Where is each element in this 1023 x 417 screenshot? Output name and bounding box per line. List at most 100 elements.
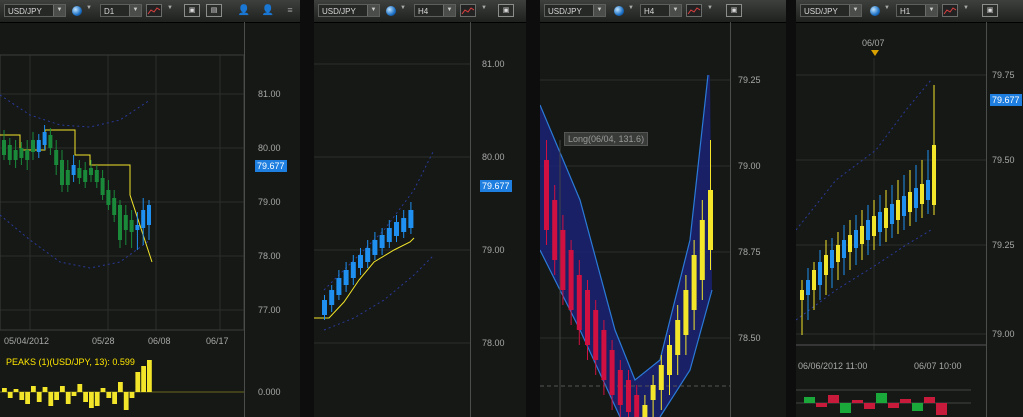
candles-h1 (800, 85, 936, 335)
candle (617, 370, 623, 405)
candle (112, 198, 117, 215)
trade-tooltip: Long(06/04, 131.6) (564, 132, 649, 146)
chart-panel-h4-b: USD/JPY ▼ ▼ H4 ▼ ▼ ▣ Long(06/04, 131.6) … (540, 0, 786, 417)
candle (25, 150, 30, 160)
candle (890, 204, 894, 224)
candle (806, 280, 810, 295)
histogram-bar (129, 392, 135, 398)
price-label: 80.00 (482, 152, 505, 162)
candle (675, 320, 681, 355)
price-label: 80.00 (258, 143, 281, 153)
candle (667, 345, 672, 375)
histogram-bar (118, 382, 123, 392)
histogram-bar (83, 392, 88, 402)
current-price-badge: 79.677 (990, 94, 1022, 106)
histogram-bar (48, 392, 54, 406)
candle (642, 405, 648, 417)
histogram-bar (25, 392, 30, 404)
histogram-bar (71, 392, 77, 396)
candle (100, 178, 105, 195)
indicator-value: 0.000 (258, 387, 281, 397)
candle (560, 230, 566, 290)
candles-h4-a (322, 202, 414, 320)
candle (854, 230, 858, 248)
candle (60, 160, 64, 185)
candle (585, 290, 590, 345)
candle (866, 220, 870, 240)
candle (135, 225, 140, 230)
histogram-bar (147, 360, 152, 392)
histogram-bar (876, 393, 887, 403)
histogram-bar (123, 392, 129, 410)
price-label: 79.50 (992, 155, 1015, 165)
date-label: 06/07 10:00 (914, 361, 962, 371)
date-label: 06/17 (206, 336, 229, 346)
histogram-bar (100, 388, 106, 392)
candle (691, 255, 697, 310)
candle (902, 196, 906, 216)
candle (106, 190, 111, 205)
histogram-bar (864, 403, 875, 409)
candle (634, 395, 640, 417)
histogram-bar (888, 403, 899, 408)
candle (2, 140, 6, 155)
candle (830, 250, 834, 268)
candle (141, 210, 146, 228)
candle (818, 262, 822, 285)
candle (896, 200, 900, 220)
candle (94, 170, 99, 182)
candle (31, 140, 35, 152)
histogram-bar (60, 386, 65, 392)
candle (824, 255, 828, 275)
price-label: 78.50 (738, 333, 761, 343)
candle (89, 168, 93, 175)
candle (372, 240, 378, 255)
price-label: 77.00 (258, 305, 281, 315)
chart-panel-d1: USD/JPY ▼ ▼ D1 ▼ ▼ ▣ ▤ 👤 👤 ≡ 81.00 80.00… (0, 0, 300, 417)
price-label: 79.25 (992, 240, 1015, 250)
candle (408, 210, 414, 228)
candle (350, 262, 356, 278)
candle (708, 190, 713, 250)
candle (365, 248, 371, 262)
candle (576, 275, 582, 330)
date-label: 06/08 (148, 336, 171, 346)
candle (812, 270, 816, 290)
candle (343, 270, 349, 285)
candle (358, 255, 363, 268)
price-label: 78.00 (482, 338, 505, 348)
price-label: 79.75 (992, 70, 1015, 80)
price-label: 78.00 (258, 251, 281, 261)
candle (19, 148, 24, 158)
histogram-bar (13, 389, 19, 392)
candle (568, 250, 574, 310)
histogram-bar (54, 392, 59, 400)
histogram-bar (924, 397, 935, 403)
candle (593, 310, 599, 360)
candle (329, 290, 335, 305)
candle (118, 205, 122, 240)
histogram-bar (7, 392, 13, 398)
candle (914, 188, 918, 208)
candle (836, 245, 840, 262)
histogram-bar (141, 366, 146, 392)
price-label: 79.00 (738, 161, 761, 171)
candle (336, 278, 342, 295)
candle (129, 220, 134, 232)
histogram-bar (42, 387, 48, 392)
histogram-bar (2, 388, 7, 392)
candle (379, 235, 385, 248)
histogram-bar (900, 399, 911, 403)
histogram-bar (106, 392, 112, 398)
candle (800, 290, 804, 300)
candle (658, 365, 664, 390)
price-label: 79.00 (258, 197, 281, 207)
price-label: 79.25 (738, 75, 761, 85)
price-label: 78.75 (738, 247, 761, 257)
histogram-bar (828, 395, 839, 403)
histogram-bar (936, 403, 947, 415)
candle (650, 385, 656, 400)
histogram-bar (840, 403, 851, 413)
price-label: 81.00 (258, 89, 281, 99)
indicator-label: PEAKS (1)(USD/JPY, 13): 0.599 (6, 357, 135, 367)
